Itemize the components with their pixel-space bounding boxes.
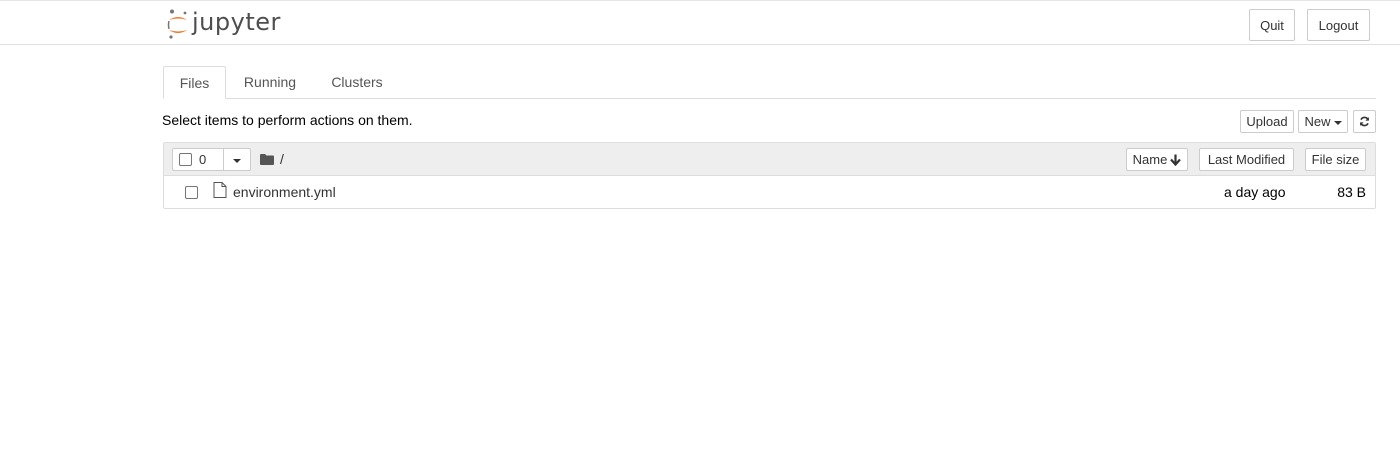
- file-icon: [213, 182, 227, 198]
- breadcrumb: /: [260, 151, 284, 167]
- sort-by-file-size-button[interactable]: File size: [1305, 148, 1366, 171]
- tab-clusters[interactable]: Clusters: [316, 66, 398, 98]
- file-size: 83 B: [1337, 184, 1366, 200]
- jupyter-logo-icon: [167, 9, 187, 39]
- logout-button[interactable]: Logout: [1307, 9, 1370, 41]
- refresh-icon: [1360, 116, 1369, 127]
- refresh-button[interactable]: [1353, 110, 1376, 133]
- new-dropdown-button[interactable]: New: [1298, 110, 1348, 133]
- jupyter-logo[interactable]: jupyter: [166, 8, 281, 40]
- sort-by-last-modified-button[interactable]: Last Modified: [1199, 148, 1294, 171]
- top-header: jupyter Quit Logout: [0, 0, 1400, 45]
- select-dropdown-button[interactable]: [224, 148, 251, 171]
- caret-down-icon: [233, 158, 241, 163]
- folder-icon[interactable]: [260, 153, 274, 165]
- tab-running[interactable]: Running: [230, 66, 310, 98]
- selected-count: 0: [199, 152, 207, 167]
- file-name-link[interactable]: environment.yml: [233, 184, 336, 200]
- file-row[interactable]: environment.yml a day ago 83 B: [164, 176, 1375, 208]
- quit-button[interactable]: Quit: [1249, 9, 1295, 41]
- file-row-checkbox[interactable]: [185, 186, 198, 199]
- tab-files[interactable]: Files: [163, 66, 226, 99]
- caret-down-icon: [1333, 120, 1342, 125]
- select-all-checkbox[interactable]: [179, 153, 192, 166]
- file-list: 0 / Name Last Modified File size environ…: [163, 142, 1376, 209]
- new-button-label: New: [1304, 114, 1331, 129]
- instructions-text: Select items to perform actions on them.: [162, 112, 413, 128]
- select-all-button[interactable]: 0: [172, 148, 224, 171]
- logo-text: jupyter: [192, 8, 281, 36]
- file-last-modified: a day ago: [1224, 184, 1286, 200]
- arrow-down-icon: [1170, 154, 1182, 166]
- file-list-header: 0 / Name Last Modified File size: [164, 143, 1375, 176]
- sort-name-label: Name: [1132, 152, 1168, 167]
- tab-bar: Files Running Clusters: [163, 66, 1376, 99]
- sort-by-name-button[interactable]: Name: [1126, 148, 1188, 171]
- select-all-group: 0: [172, 148, 251, 171]
- upload-button[interactable]: Upload: [1240, 110, 1294, 133]
- breadcrumb-path[interactable]: /: [280, 151, 284, 167]
